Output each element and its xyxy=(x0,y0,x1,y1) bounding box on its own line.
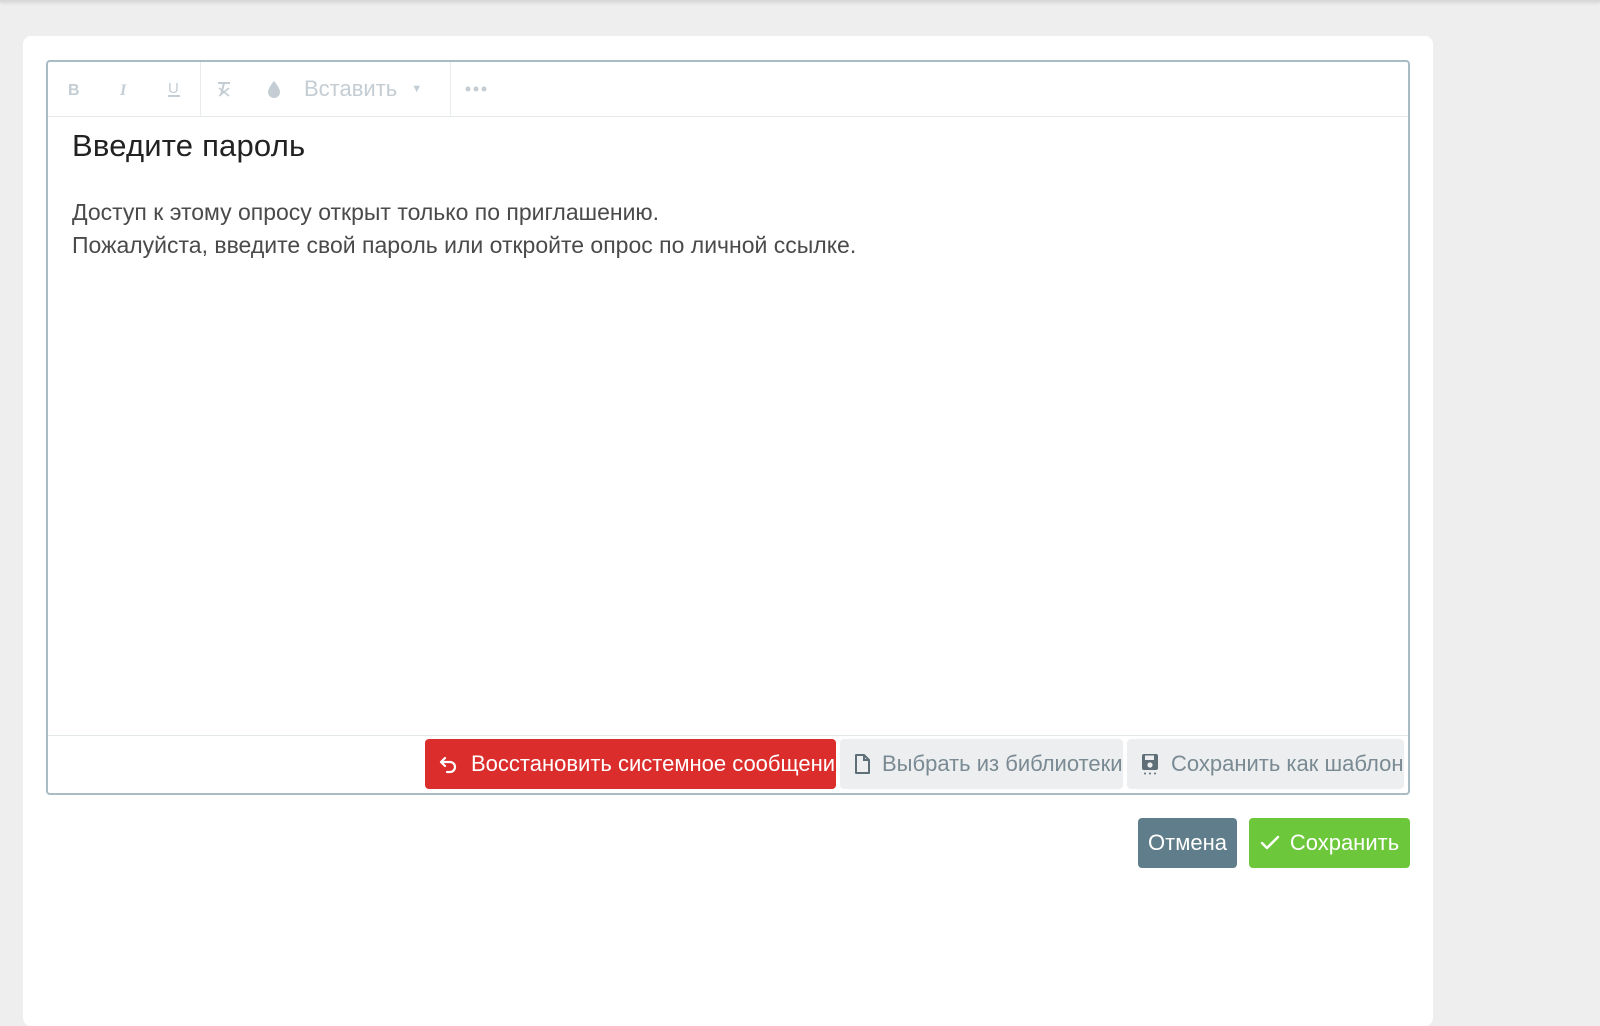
underline-icon[interactable]: U xyxy=(152,70,196,108)
save-as-template-button[interactable]: Сохранить как шаблон xyxy=(1127,739,1404,789)
message-line-2: Пожалуйста, введите свой пароль или откр… xyxy=(72,232,857,258)
italic-icon[interactable]: I xyxy=(102,70,146,108)
restore-system-message-button[interactable]: Восстановить системное сообщение xyxy=(425,739,847,789)
restore-label: Восстановить системное сообщение xyxy=(471,751,848,776)
clear-format-icon[interactable] xyxy=(202,70,246,108)
rich-text-editor[interactable]: B I U Вставить ▼ Введите пароль Доступ к… xyxy=(46,60,1410,795)
more-icon[interactable] xyxy=(454,70,498,108)
template-label: Сохранить как шаблон xyxy=(1171,751,1404,776)
message-line-1: Доступ к этому опросу открыт только по п… xyxy=(72,199,660,225)
message-body: Доступ к этому опросу открыт только по п… xyxy=(72,196,1384,262)
choose-from-library-button[interactable]: Выбрать из библиотеки xyxy=(840,739,1123,789)
svg-text:I: I xyxy=(119,82,127,97)
svg-text:U: U xyxy=(168,80,179,97)
save-label: Сохранить xyxy=(1289,830,1400,855)
save-disk-icon xyxy=(1141,753,1159,775)
insert-label: Вставить xyxy=(304,76,398,101)
svg-text:B: B xyxy=(68,82,80,97)
cancel-label: Отмена xyxy=(1148,830,1227,855)
message-card: B I U Вставить ▼ Введите пароль Доступ к… xyxy=(23,36,1433,1026)
file-icon xyxy=(854,754,870,774)
undo-icon xyxy=(439,754,459,774)
chevron-down-icon: ▼ xyxy=(411,83,423,95)
toolbar-separator xyxy=(200,62,201,116)
editor-footer: Восстановить системное сообщение Выбрать… xyxy=(48,735,1408,793)
cancel-button[interactable]: Отмена xyxy=(1138,818,1237,868)
library-label: Выбрать из библиотеки xyxy=(882,751,1123,776)
toolbar-separator xyxy=(450,62,451,116)
bold-icon[interactable]: B xyxy=(52,70,96,108)
color-drop-icon[interactable] xyxy=(252,70,296,108)
insert-dropdown[interactable]: Вставить ▼ xyxy=(304,70,434,108)
check-icon xyxy=(1260,835,1280,851)
editor-content[interactable]: Введите пароль Доступ к этому опросу отк… xyxy=(72,128,1384,262)
save-button[interactable]: Сохранить xyxy=(1249,818,1410,868)
message-heading: Введите пароль xyxy=(72,128,306,163)
top-shadow xyxy=(0,0,1600,2)
editor-toolbar: B I U Вставить ▼ xyxy=(48,62,1408,117)
